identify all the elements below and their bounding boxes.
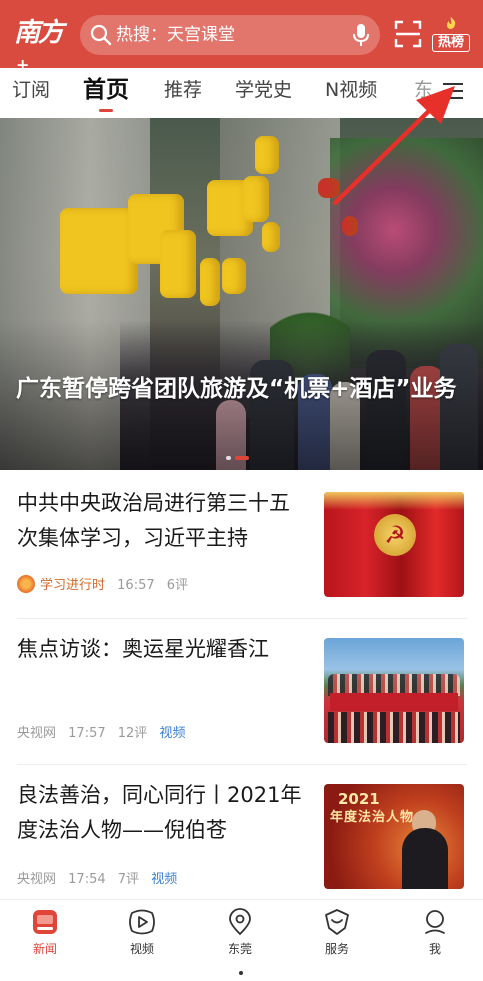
service-icon xyxy=(325,909,349,935)
nav-label: 视频 xyxy=(129,942,154,956)
hero-banner[interactable]: 广东暂停跨省团队旅游及“机票+酒店”业务 xyxy=(0,118,483,470)
nav-label: 我 xyxy=(428,942,441,956)
news-thumbnail[interactable]: ☭ xyxy=(324,492,464,597)
scan-icon[interactable] xyxy=(394,20,422,48)
location-icon xyxy=(229,908,251,936)
nav-news[interactable]: 新闻 xyxy=(10,908,80,957)
video-icon xyxy=(129,909,155,935)
party-emblem-icon: ☭ xyxy=(374,514,416,556)
news-thumbnail[interactable] xyxy=(324,638,464,743)
hot-list-button[interactable]: 热榜 xyxy=(432,16,470,54)
news-meta: 央视网 17:54 7评 视频 xyxy=(17,868,185,887)
bottom-nav: 新闻 视频 东莞 服务 我 xyxy=(0,899,483,965)
nav-label: 服务 xyxy=(324,942,349,956)
hero-title[interactable]: 广东暂停跨省团队旅游及“机票+酒店”业务 xyxy=(16,372,466,406)
nav-dongguan[interactable]: 东莞 xyxy=(205,908,275,957)
channel-menu-icon[interactable] xyxy=(440,80,466,102)
search-hot-keyword: 热搜：天宫课堂 xyxy=(116,25,235,45)
video-tag: 视频 xyxy=(159,726,186,741)
nav-me[interactable]: 我 xyxy=(400,908,470,957)
news-icon xyxy=(33,910,57,934)
app-logo[interactable]: 南方+ xyxy=(14,12,72,74)
lantern xyxy=(60,208,138,294)
divider xyxy=(17,764,467,765)
news-source: 央视网 xyxy=(17,872,57,887)
video-tag: 视频 xyxy=(151,872,178,887)
news-item[interactable]: 良法善治，同心同行丨2021年度法治人物——倪伯苍 央视网 17:54 7评 视… xyxy=(0,778,483,896)
home-indicator xyxy=(239,971,243,975)
news-title[interactable]: 中共中央政治局进行第三十五次集体学习，习近平主持 xyxy=(17,486,307,556)
news-thumbnail[interactable]: 2021 年度法治人物 xyxy=(324,784,464,889)
divider xyxy=(17,618,467,619)
search-icon xyxy=(90,24,112,46)
news-time: 16:57 xyxy=(117,578,155,593)
news-time: 17:57 xyxy=(68,726,106,741)
news-comments: 12评 xyxy=(117,726,148,741)
carousel-dot-active xyxy=(235,456,249,460)
nav-label: 东莞 xyxy=(227,942,252,956)
news-comments: 7评 xyxy=(117,872,140,887)
news-title[interactable]: 良法善治，同心同行丨2021年度法治人物——倪伯苍 xyxy=(17,778,307,848)
profile-icon xyxy=(425,910,445,934)
hot-list-label: 热榜 xyxy=(432,34,470,52)
tab-n-video[interactable]: N视频 xyxy=(325,68,377,118)
news-title[interactable]: 焦点访谈：奥运星光耀香江 xyxy=(17,632,307,667)
tab-home[interactable]: 首页 xyxy=(83,68,129,118)
tab-party-history[interactable]: 学党史 xyxy=(235,68,292,118)
source-avatar-icon xyxy=(17,575,35,593)
thumbnail-label: 年度法治人物 xyxy=(330,810,415,825)
channel-tabs: 订阅 首页 推荐 学党史 N视频 东 xyxy=(0,68,483,118)
tab-subscribe[interactable]: 订阅 xyxy=(12,68,50,118)
flame-icon xyxy=(432,16,470,34)
news-item[interactable]: 焦点访谈：奥运星光耀香江 央视网 17:57 12评 视频 xyxy=(0,632,483,762)
news-comments: 6评 xyxy=(166,578,189,593)
top-bar: 南方+ 热搜：天宫课堂 热榜 xyxy=(0,0,483,74)
nav-video[interactable]: 视频 xyxy=(107,908,177,957)
tab-recommend[interactable]: 推荐 xyxy=(164,68,202,118)
news-meta: 学习进行时 16:57 6评 xyxy=(17,574,196,593)
nav-label: 新闻 xyxy=(32,942,57,956)
news-time: 17:54 xyxy=(68,872,106,887)
news-source: 央视网 xyxy=(17,726,57,741)
microphone-icon[interactable] xyxy=(352,23,370,47)
carousel-dot xyxy=(226,456,231,460)
carousel-indicator xyxy=(226,456,253,462)
nav-service[interactable]: 服务 xyxy=(302,908,372,957)
search-bar[interactable]: 热搜：天宫课堂 xyxy=(80,15,380,55)
news-item[interactable]: 中共中央政治局进行第三十五次集体学习，习近平主持 学习进行时 16:57 6评 … xyxy=(0,486,483,616)
news-meta: 央视网 17:57 12评 视频 xyxy=(17,722,193,741)
tab-dongguan[interactable]: 东 xyxy=(414,68,433,118)
news-source: 学习进行时 xyxy=(40,578,106,593)
